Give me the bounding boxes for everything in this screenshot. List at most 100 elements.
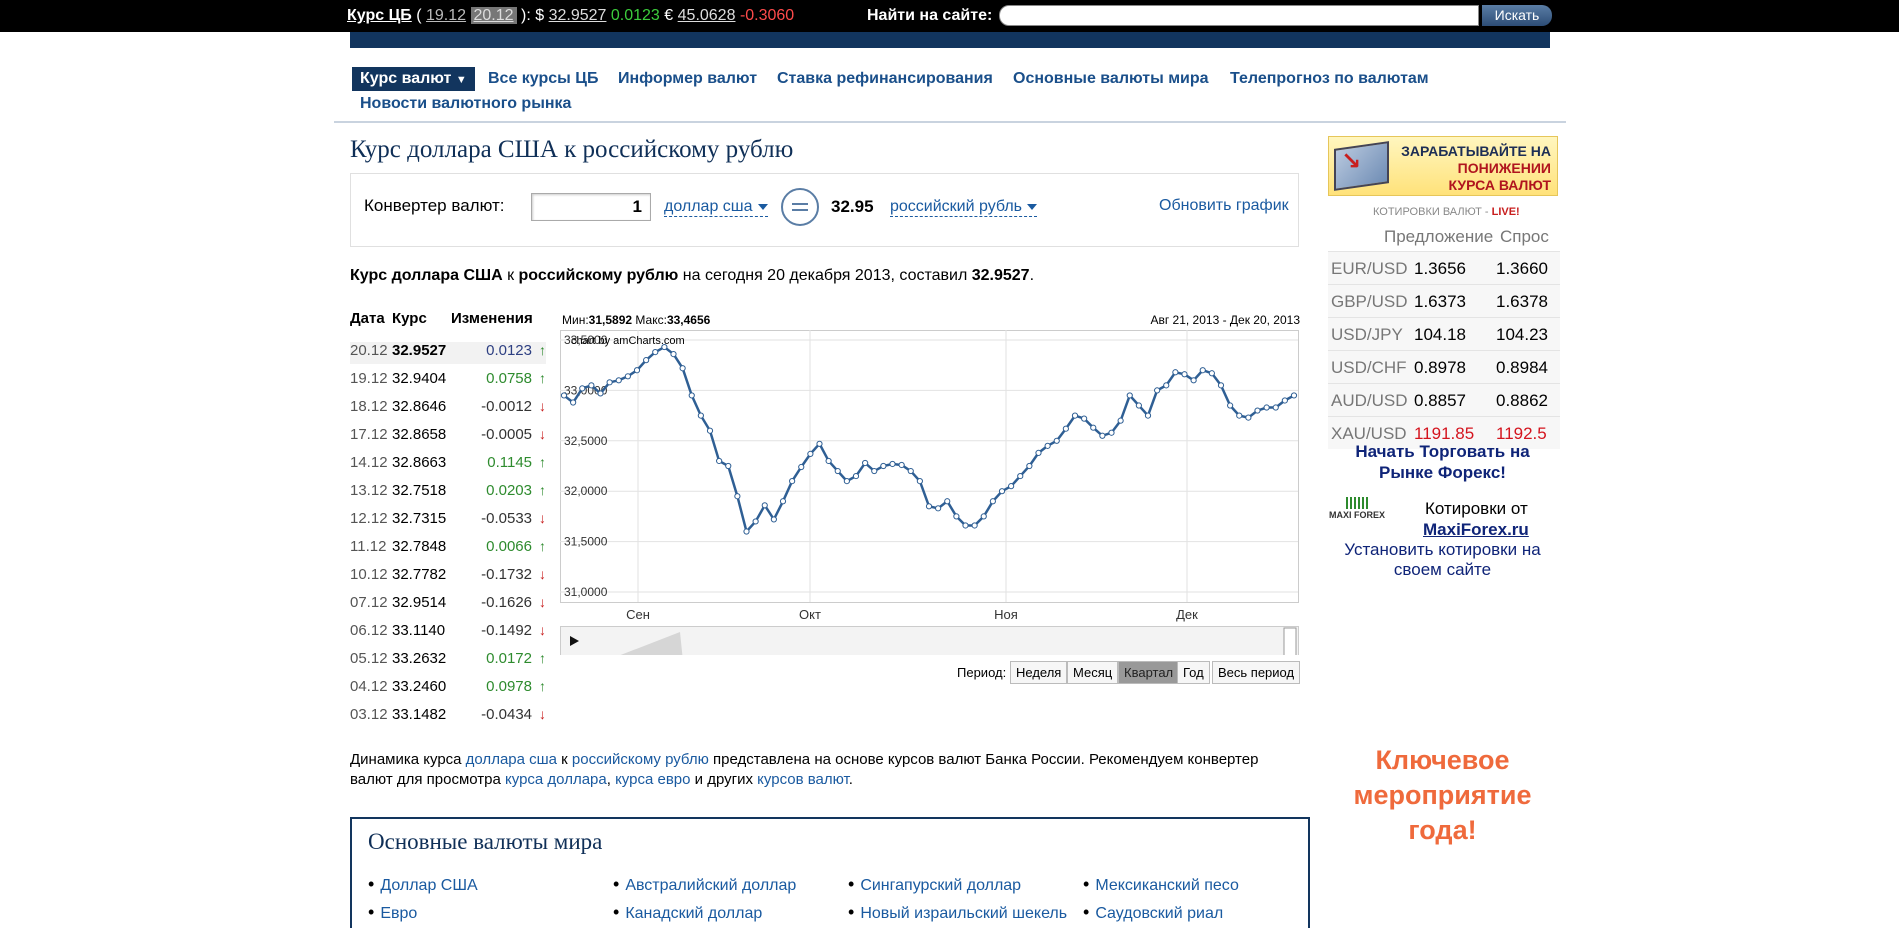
currency-link-eur[interactable]: Евро [368, 902, 417, 923]
eur-rate-link[interactable]: 45.0628 [678, 7, 736, 24]
period-week-button[interactable]: Неделя [1010, 661, 1068, 684]
currency-link-aud[interactable]: Австралийский доллар [613, 874, 796, 895]
period-year-button[interactable]: Год [1177, 661, 1210, 684]
fx-line: Начать Торговать на [1355, 442, 1530, 461]
nav-divider [334, 121, 1566, 123]
currency-link-usd[interactable]: Доллар США [368, 874, 477, 895]
chart-canvas[interactable]: 33,500033,000032,500032,000031,500031,00… [560, 310, 1300, 655]
bid-header: Предложение [1384, 227, 1494, 246]
currency-link-ils[interactable]: Новый израильский шекель [848, 902, 1067, 923]
data-point [770, 516, 777, 523]
date-link-1[interactable]: 19.12 [426, 7, 466, 24]
currency-link-mxn[interactable]: Мексиканский песо [1083, 874, 1239, 895]
amount-input[interactable]: 1 [531, 193, 651, 221]
row-rate: 33.1482 [392, 706, 447, 723]
table-row: 10.12 32.7782 -0.1732 ↓ [350, 566, 546, 588]
ad-banner[interactable]: ↘ ЗАРАБАТЫВАЙТЕ НА ПОНИЖЕНИИ КУРСА ВАЛЮТ [1328, 136, 1558, 196]
arrow-down-icon: ↓ [539, 510, 546, 526]
currency-link-sar[interactable]: Саудовский риал [1083, 902, 1223, 923]
data-point [643, 357, 650, 364]
world-currencies-box: Основные валюты мира Доллар США Австрали… [350, 817, 1310, 928]
arrow-down-icon: ↓ [539, 622, 546, 638]
data-point [1017, 472, 1024, 480]
nav-item-all-cb-rates[interactable]: Все курсы ЦБ [488, 67, 598, 91]
start-forex-link[interactable]: Начать Торговать на Рынке Форекс! [1325, 441, 1560, 483]
install-quotes-link[interactable]: Установить котировки на своем сайте [1325, 540, 1560, 580]
arrow-down-icon: ↓ [539, 594, 546, 610]
caret-down-icon [1027, 203, 1038, 210]
data-point [1008, 483, 1015, 490]
quote-row: EUR/USD 1.3656 1.3660 [1328, 251, 1560, 284]
nav-item-informer[interactable]: Информер валют [618, 67, 757, 91]
data-point [1227, 402, 1234, 409]
close-paren: ): [521, 7, 531, 24]
navigator-handle [1283, 627, 1297, 655]
to-currency-select[interactable]: российский рубль [890, 198, 1038, 217]
quote-symbol: USD/JPY [1331, 325, 1403, 344]
converter-label: Конвертер валют: [364, 196, 505, 215]
row-change: -0.1492 [481, 622, 532, 639]
currency-link-cad[interactable]: Канадский доллар [613, 902, 762, 923]
maxiforex-logo[interactable]: MAXI FOREX [1329, 497, 1385, 520]
row-date: 04.12 [350, 678, 388, 695]
maxiforex-block: MAXI FOREX Котировки от MaxiForex.ru Уст… [1325, 495, 1560, 579]
date-link-2[interactable]: 20.12 [470, 7, 517, 24]
swap-icon[interactable] [781, 188, 819, 226]
currency-link-sgd[interactable]: Сингапурский доллар [848, 874, 1021, 895]
summary-text: на сегодня 20 декабря 2013, составил [678, 267, 972, 284]
install-line: своем сайте [1393, 560, 1492, 579]
plot-area [560, 330, 1299, 603]
ad-line: ПОНИЖЕНИИ [1457, 160, 1551, 176]
data-point [825, 457, 832, 465]
nav-item-refinancing[interactable]: Ставка рефинансирования [777, 67, 993, 91]
data-point [725, 462, 732, 470]
row-change: 0.0066 [486, 538, 532, 555]
data-point [624, 373, 631, 380]
maxiforex-link[interactable]: MaxiForex.ru [1423, 520, 1529, 540]
data-point [1172, 369, 1179, 376]
live-quotes-label: КОТИРОВКИ ВАЛЮТ - LIVE! [1373, 206, 1520, 218]
promo-banner[interactable]: Ключевое мероприятие года! [1325, 743, 1560, 848]
period-quarter-button[interactable]: Квартал [1118, 661, 1180, 684]
from-currency-select[interactable]: доллар сша [664, 198, 768, 217]
row-date: 18.12 [350, 398, 388, 415]
quote-ask: 104.23 [1496, 325, 1548, 344]
nav-item-world-currencies[interactable]: Основные валюты мира [1013, 67, 1209, 91]
arrow-up-icon: ↑ [539, 678, 546, 694]
world-currencies-title: Основные валюты мира [368, 829, 603, 854]
nav-item-currency-rates[interactable]: Курс валют ▼ [352, 67, 475, 91]
data-point [779, 498, 787, 505]
usd-rate-link[interactable]: 32.9527 [549, 7, 607, 24]
data-point [1071, 412, 1079, 419]
search-input[interactable] [999, 5, 1479, 26]
ad-line: КУРСА ВАЛЮТ [1448, 177, 1551, 193]
row-rate: 32.9527 [392, 342, 447, 359]
fx-line: Рынке Форекс! [1379, 463, 1506, 482]
rub-link[interactable]: российскому рублю [572, 751, 709, 768]
row-date: 03.12 [350, 706, 388, 723]
data-point [697, 412, 704, 419]
search-button[interactable]: Искать [1482, 5, 1552, 26]
quote-bid: 104.18 [1414, 325, 1466, 344]
cb-rates-link[interactable]: Курс ЦБ [347, 7, 412, 24]
row-change: -0.0005 [481, 426, 532, 443]
navigator-label: 2005 [961, 653, 988, 655]
euro-rate-link[interactable]: курса евро [615, 771, 690, 788]
nav-item-teleforecast[interactable]: Телепрогноз по валютам [1230, 67, 1429, 91]
table-row: 12.12 32.7315 -0.0533 ↓ [350, 510, 546, 532]
promo-line: Ключевое [1375, 745, 1510, 775]
row-date: 05.12 [350, 650, 388, 667]
period-month-button[interactable]: Месяц [1067, 661, 1119, 684]
data-point [670, 351, 677, 358]
period-all-button[interactable]: Весь период [1212, 661, 1301, 684]
row-change: 0.0978 [486, 678, 532, 695]
data-point [1099, 432, 1106, 439]
data-point [1126, 392, 1133, 399]
refresh-chart-link[interactable]: Обновить график [1159, 197, 1289, 215]
currency-rates-link[interactable]: курсов валют [757, 771, 849, 788]
summary-target: российскому рублю [518, 267, 679, 284]
usd-link[interactable]: доллара сша [466, 751, 557, 768]
nav-item-news[interactable]: Новости валютного рынка [360, 92, 571, 116]
dollar-rate-link[interactable]: курса доллара [505, 771, 607, 788]
nav-item-label: Курс валют [360, 70, 452, 87]
